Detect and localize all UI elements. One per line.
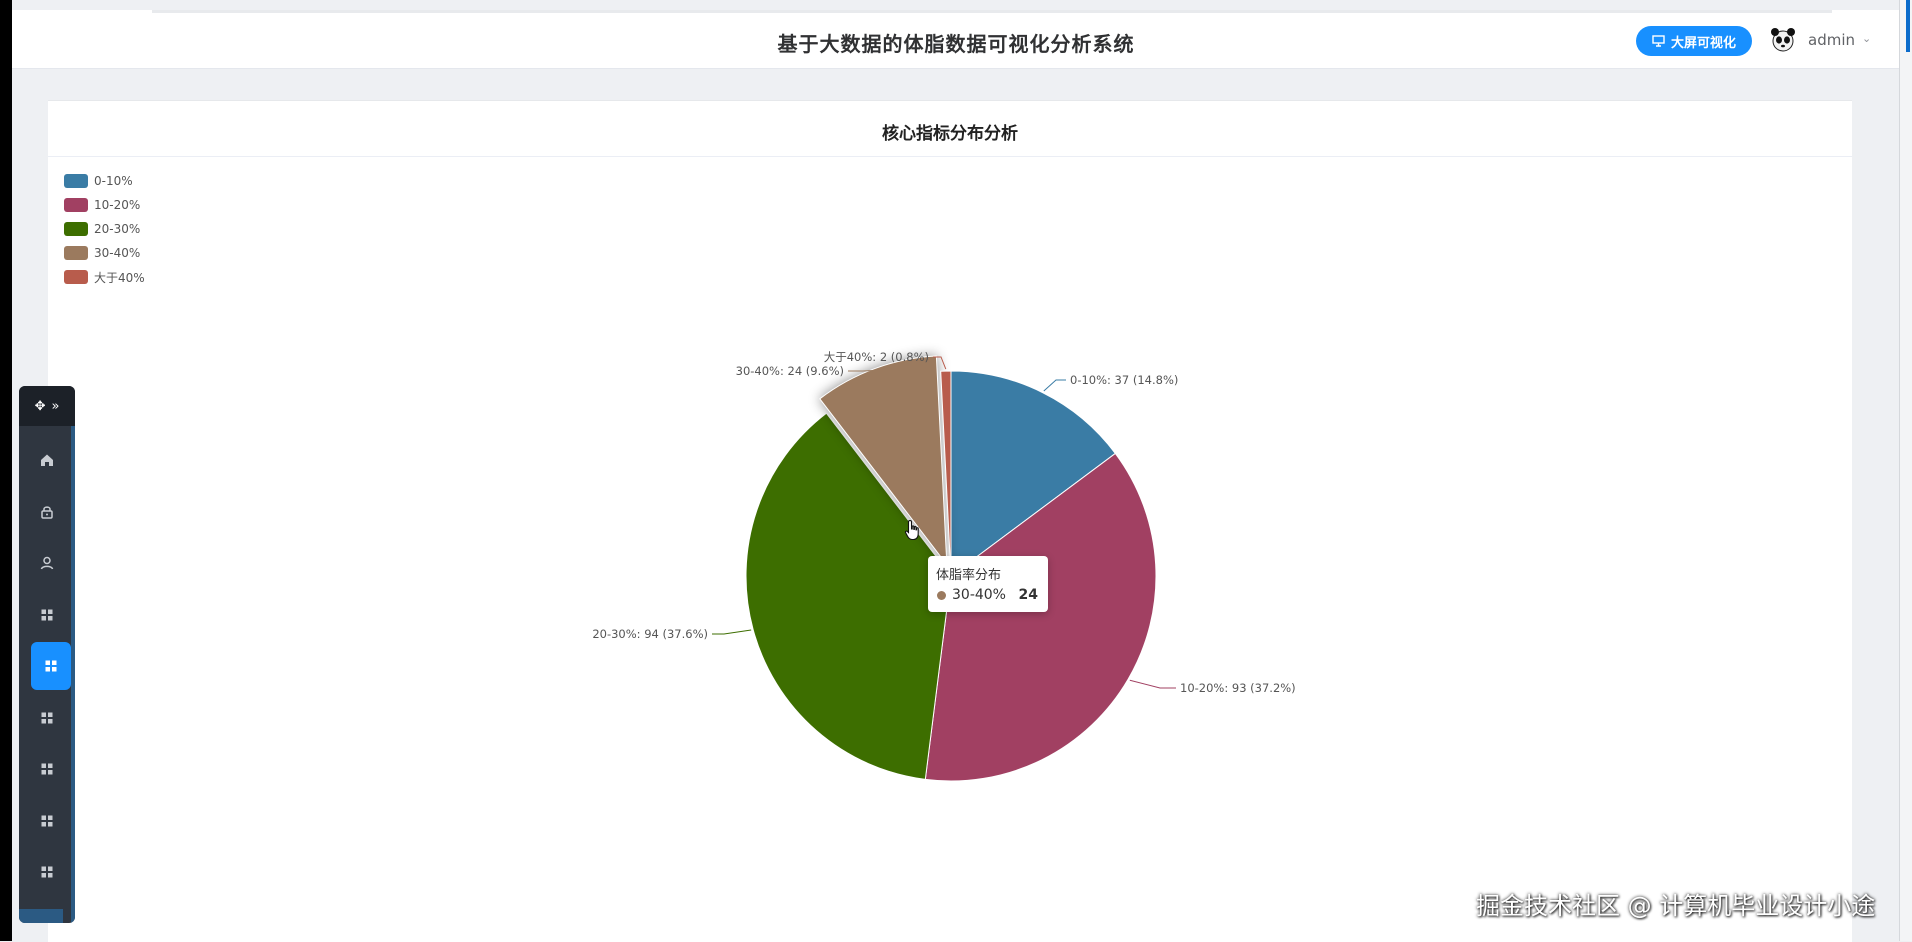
pie-data-label: 0-10%: 37 (14.8%) bbox=[1070, 373, 1178, 387]
big-screen-button-label: 大屏可视化 bbox=[1670, 35, 1736, 51]
username[interactable]: admin bbox=[1808, 31, 1855, 49]
top-header: 基于大数据的体脂数据可视化分析系统 大屏可视化 admin ⌄ bbox=[12, 10, 1900, 69]
home-icon bbox=[41, 454, 53, 466]
sidebar-item[interactable] bbox=[19, 488, 75, 536]
sidebar-item[interactable] bbox=[19, 591, 75, 639]
sidebar-item[interactable] bbox=[19, 539, 75, 587]
grid-icon bbox=[41, 866, 53, 878]
sidebar-item[interactable] bbox=[19, 436, 75, 484]
big-screen-button[interactable]: 大屏可视化 bbox=[1636, 26, 1752, 56]
pie-chart[interactable]: 0-10%: 37 (14.8%) 10-20%: 93 (37.2%) 20-30… bbox=[48, 101, 1852, 942]
avatar[interactable] bbox=[1770, 26, 1796, 54]
sidebar-item[interactable] bbox=[19, 694, 75, 742]
pie-data-label: 20-30%: 94 (37.6%) bbox=[592, 627, 708, 641]
move-icon[interactable]: ✥ bbox=[35, 399, 46, 414]
sidebar-header[interactable]: ✥ » bbox=[19, 386, 75, 426]
monitor-icon bbox=[1652, 35, 1665, 47]
leader-line bbox=[848, 369, 876, 372]
pie-data-label: 大于40%: 2 (0.8%) bbox=[824, 350, 929, 364]
tooltip-title: 体脂率分布 bbox=[936, 568, 1002, 583]
chart-card: 核心指标分布分析 0-10% 10-20% 20-30% 30-40% 大于40% 0-… bbox=[48, 100, 1852, 942]
grid-icon bbox=[41, 609, 53, 620]
grid-icon bbox=[41, 712, 53, 723]
left-edge bbox=[0, 0, 12, 941]
panda-avatar-icon bbox=[1771, 28, 1795, 52]
grid-icon bbox=[41, 815, 53, 826]
tooltip-label: 30-40% bbox=[952, 587, 1006, 603]
pie-data-label: 10-20%: 93 (37.2%) bbox=[1180, 681, 1296, 695]
leader-line bbox=[1129, 679, 1176, 689]
hand-cursor-icon bbox=[904, 519, 919, 541]
scrollbar-accent bbox=[1906, 0, 1910, 52]
sidebar-item[interactable] bbox=[31, 642, 71, 690]
grid-icon bbox=[41, 763, 53, 775]
chevron-down-icon[interactable]: ⌄ bbox=[1862, 32, 1871, 45]
top-divider bbox=[152, 10, 1832, 13]
sidebar-item[interactable] bbox=[19, 745, 75, 793]
user-icon bbox=[40, 556, 54, 570]
tooltip-marker bbox=[937, 591, 946, 600]
grid-icon bbox=[45, 660, 57, 672]
lock-icon bbox=[41, 505, 53, 519]
app-title: 基于大数据的体脂数据可视化分析系统 bbox=[777, 32, 1135, 56]
sidebar-footer bbox=[19, 909, 63, 923]
leader-line bbox=[1043, 379, 1066, 392]
sidebar-item[interactable] bbox=[19, 848, 75, 896]
expand-icon[interactable]: » bbox=[51, 399, 59, 414]
chart-tooltip: 体脂率分布 30-40% 24 bbox=[928, 556, 1048, 612]
leader-line bbox=[712, 629, 752, 635]
sidebar-rail bbox=[71, 426, 75, 923]
sidebar-item[interactable] bbox=[19, 797, 75, 845]
floating-sidebar: ✥ » bbox=[19, 386, 75, 923]
right-scrollbar[interactable] bbox=[1899, 0, 1912, 941]
pie-data-label: 30-40%: 24 (9.6%) bbox=[736, 364, 844, 378]
watermark: 掘金技术社区 @ 计算机毕业设计小途 bbox=[1476, 892, 1876, 920]
tooltip-value: 24 bbox=[1018, 587, 1038, 603]
